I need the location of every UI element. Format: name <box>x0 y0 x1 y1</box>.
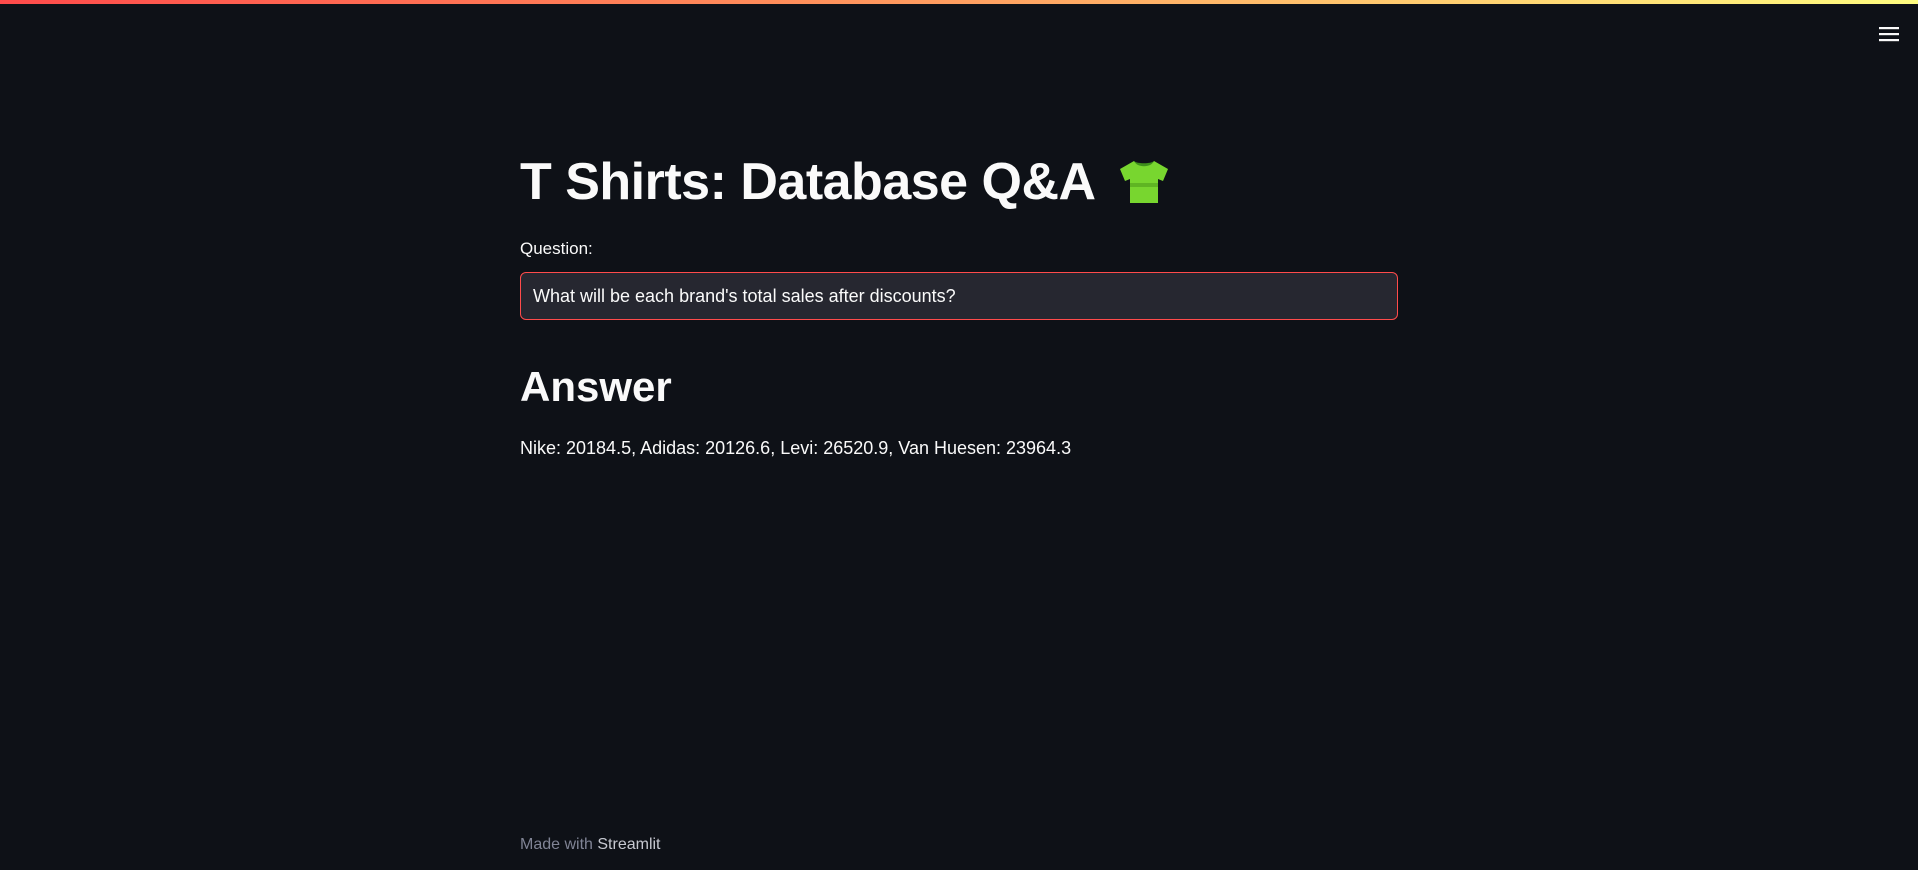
answer-heading: Answer <box>520 363 672 410</box>
main-menu-button[interactable] <box>1876 22 1902 46</box>
streamlit-link[interactable]: Streamlit <box>597 836 660 853</box>
hamburger-menu-icon <box>1878 25 1900 43</box>
question-input-container[interactable] <box>520 272 1398 320</box>
question-label: Question: <box>520 239 593 258</box>
tshirt-icon <box>1116 157 1172 207</box>
main-content: T Shirts: Database Q&A Question: Answer … <box>520 150 1400 460</box>
title-row: T Shirts: Database Q&A <box>520 150 1400 214</box>
footer-prefix: Made with <box>520 836 598 853</box>
footer: Made with Streamlit <box>520 836 661 854</box>
question-input[interactable] <box>531 284 1387 308</box>
answer-text: Nike: 20184.5, Adidas: 20126.6, Levi: 26… <box>520 438 1072 458</box>
top-accent-bar <box>0 0 1918 4</box>
page-title: T Shirts: Database Q&A <box>520 153 1096 211</box>
